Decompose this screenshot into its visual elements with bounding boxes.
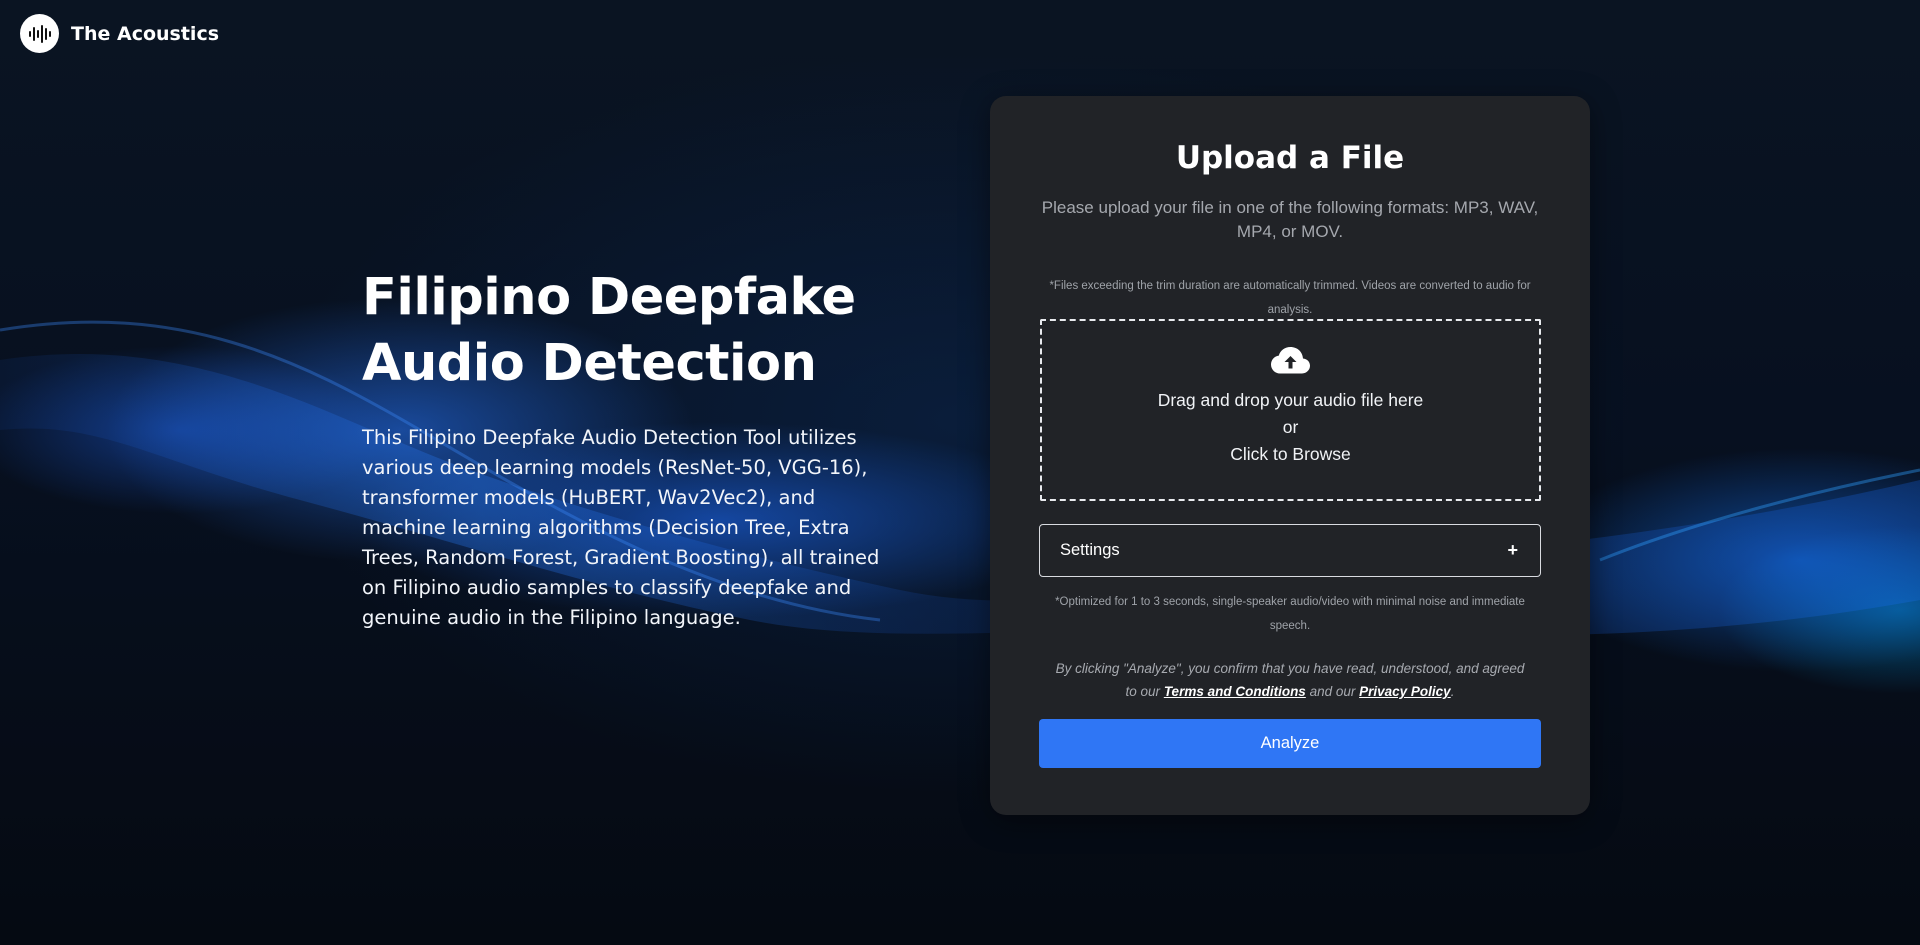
- settings-label: Settings: [1060, 541, 1120, 559]
- consent-suffix: .: [1450, 684, 1455, 699]
- page-title: Filipino Deepfake Audio Detection: [362, 265, 902, 397]
- consent-text: By clicking "Analyze", you confirm that …: [1050, 657, 1530, 703]
- hero-section: Filipino Deepfake Audio Detection This F…: [362, 265, 902, 633]
- dropzone-or-text: or: [1282, 416, 1299, 437]
- dropzone-drag-text: Drag and drop your audio file here: [1157, 389, 1424, 410]
- cloud-upload-icon: [1270, 346, 1310, 373]
- privacy-link[interactable]: Privacy Policy: [1359, 684, 1451, 699]
- title-line-1: Filipino Deepfake: [362, 268, 856, 327]
- analyze-button[interactable]: Analyze: [1039, 719, 1541, 768]
- brand-name: The Acoustics: [71, 22, 220, 45]
- upload-formats-text: Please upload your file in one of the fo…: [1041, 198, 1539, 241]
- dropzone-browse-text[interactable]: Click to Browse: [1230, 441, 1351, 468]
- background-wave-graphic: [0, 320, 1920, 636]
- settings-accordion[interactable]: Settings +: [1039, 524, 1541, 577]
- upload-card: Upload a File Please upload your file in…: [990, 96, 1590, 815]
- trim-note: *Files exceeding the trim duration are a…: [1049, 280, 1531, 316]
- waveform-icon: [20, 14, 59, 53]
- file-dropzone[interactable]: Drag and drop your audio file here or Cl…: [1040, 319, 1541, 501]
- title-line-2: Audio Detection: [362, 334, 817, 393]
- brand-logo[interactable]: The Acoustics: [20, 14, 219, 53]
- terms-link[interactable]: Terms and Conditions: [1164, 684, 1306, 699]
- consent-middle: and our: [1305, 684, 1360, 699]
- hero-description: This Filipino Deepfake Audio Detection T…: [362, 426, 880, 629]
- upload-title: Upload a File: [1175, 140, 1405, 176]
- plus-icon[interactable]: +: [1507, 540, 1518, 561]
- optimization-note: *Optimized for 1 to 3 seconds, single-sp…: [1055, 596, 1525, 632]
